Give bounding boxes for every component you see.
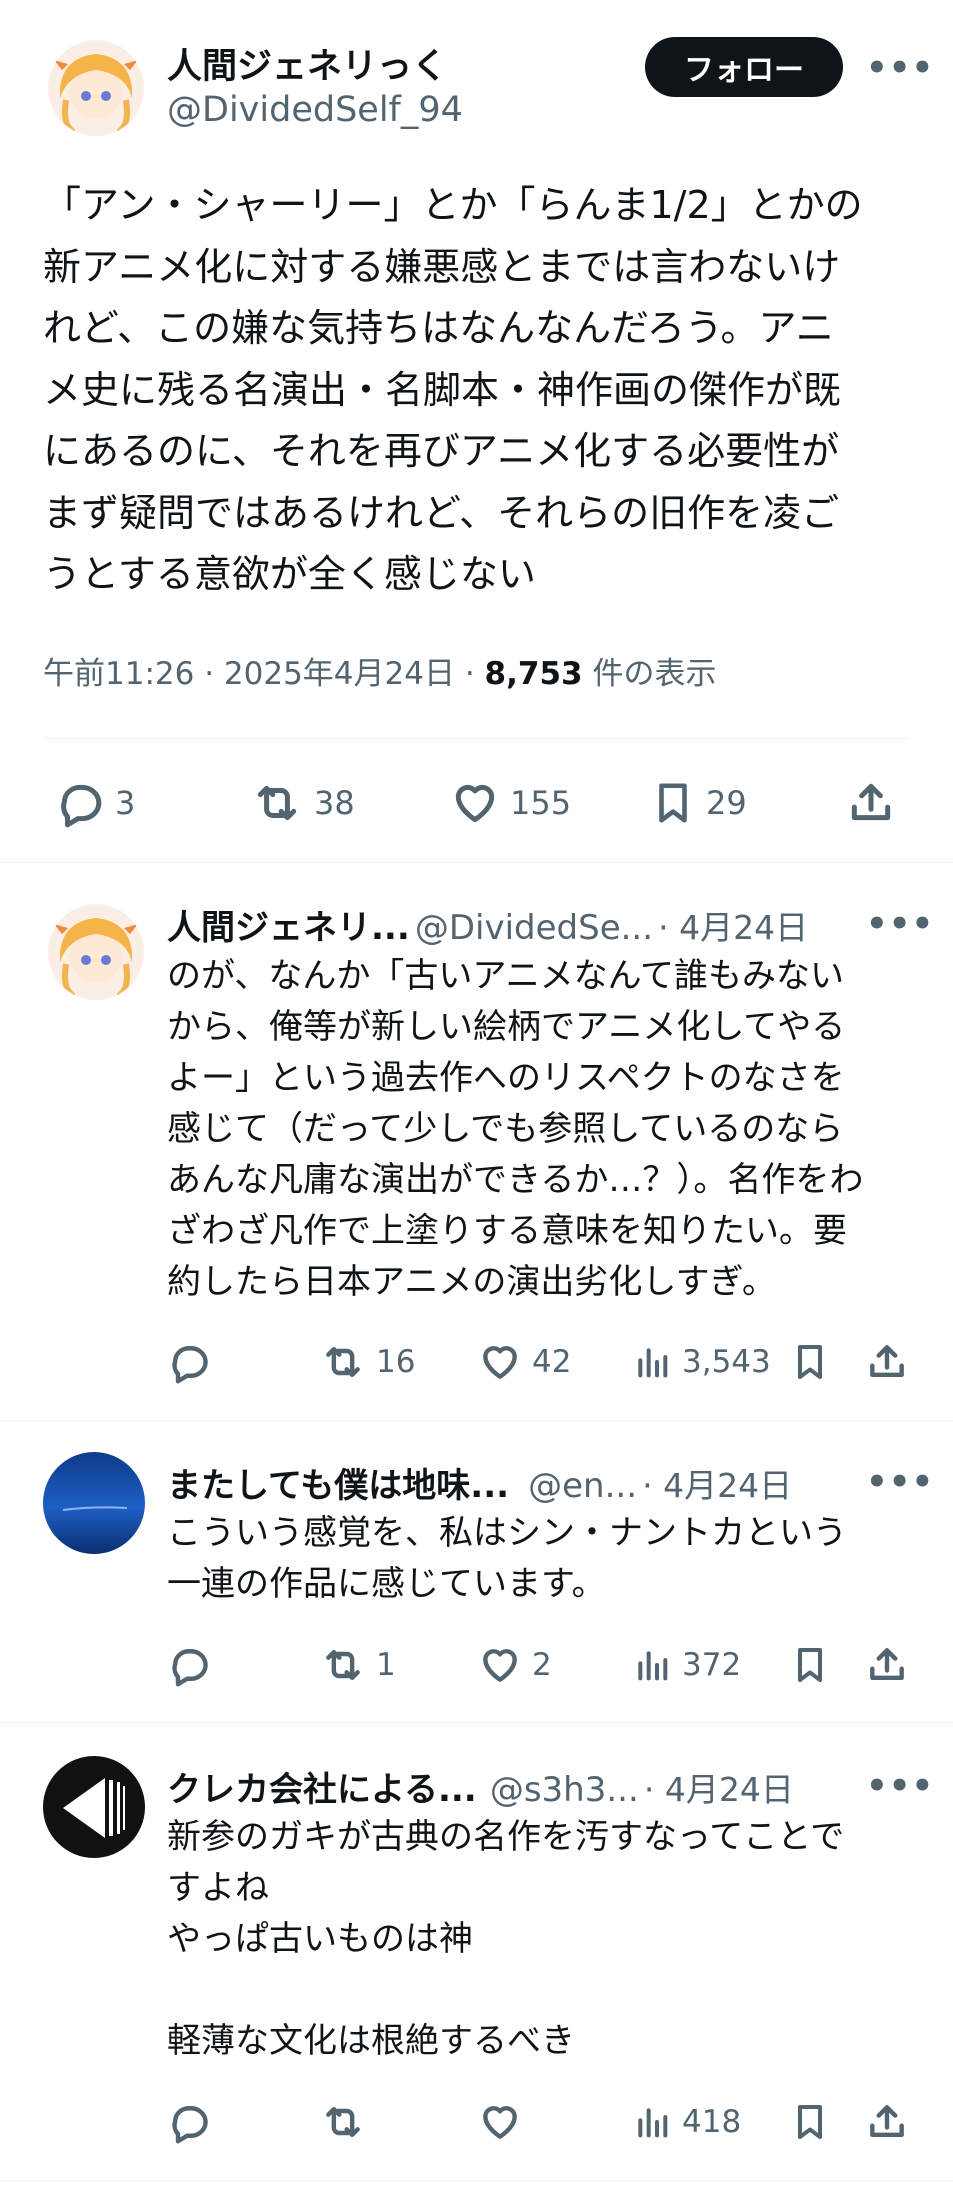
share-button[interactable] [865, 1340, 909, 1384]
views-count: 372 [682, 1647, 742, 1683]
more-icon[interactable]: ••• [866, 1462, 934, 1502]
share-button[interactable] [865, 2100, 909, 2144]
retweet-button[interactable] [320, 2100, 376, 2144]
avatar[interactable] [43, 1756, 145, 1858]
author-handle[interactable]: @en... [528, 1466, 637, 1506]
tweet-time[interactable]: 午前11:26 · 2025年4月24日 · [43, 656, 485, 692]
reply-icon [55, 778, 105, 828]
view-count: 8,753 [484, 656, 583, 692]
reply-text: のが、なんか「古いアニメなんて誰もみない から、俺等が新しい絵柄でアニメ化してや… [167, 956, 864, 1302]
author-handle[interactable]: @s3h3... [490, 1770, 639, 1810]
avatar[interactable] [48, 40, 144, 136]
reply-date[interactable]: · 4月24日 [644, 1770, 794, 1809]
reply-count: 3 [115, 784, 136, 822]
views-button[interactable]: 418 [632, 2100, 741, 2144]
author-name[interactable]: クレカ会社による... [167, 1770, 477, 1810]
like-button[interactable] [478, 2100, 532, 2144]
follow-button[interactable]: フォロー [645, 37, 843, 97]
more-icon[interactable]: ••• [866, 1766, 934, 1806]
author-name[interactable]: 人間ジェネリっく [167, 38, 447, 89]
retweet-button[interactable]: 38 [250, 778, 355, 828]
divider [0, 1722, 953, 1723]
like-button[interactable]: 42 [478, 1340, 571, 1384]
like-count: 42 [532, 1344, 572, 1380]
reply-header: またしても僕は地味... @en... · 4月24日 [167, 1458, 792, 1507]
reply-icon [167, 1643, 211, 1687]
views-button[interactable]: 3,543 [632, 1340, 771, 1384]
reply-button[interactable] [167, 2100, 221, 2144]
like-count: 2 [532, 1647, 552, 1683]
share-button[interactable] [865, 1643, 909, 1687]
bookmark-button[interactable] [790, 1340, 830, 1384]
retweet-icon [320, 2100, 366, 2144]
share-icon [846, 778, 896, 828]
like-button[interactable]: 2 [478, 1643, 552, 1687]
retweet-count: 16 [376, 1344, 416, 1380]
retweet-icon [320, 1643, 366, 1687]
share-icon [865, 1643, 909, 1687]
bookmark-icon [790, 2100, 830, 2144]
like-button[interactable]: 155 [450, 778, 571, 828]
bookmark-button[interactable] [790, 2100, 830, 2144]
bookmark-count: 29 [706, 784, 747, 822]
avatar[interactable] [43, 1452, 145, 1554]
tweet-meta: 午前11:26 · 2025年4月24日 · 8,753 件の表示 [43, 648, 716, 693]
avatar[interactable] [48, 904, 144, 1000]
reply-date[interactable]: · 4月24日 [658, 908, 808, 947]
bookmark-button[interactable] [790, 1643, 830, 1687]
bookmark-icon [790, 1340, 830, 1384]
bookmark-icon [790, 1643, 830, 1687]
like-count: 155 [510, 784, 572, 822]
tweet-text: 「アン・シャーリー」とか「らんま1/2」とかの 新アニメ化に対する嫌悪感とまでは… [43, 183, 863, 596]
divider [0, 2180, 953, 2181]
reply-text: こういう感覚を、私はシン・ナントカという 一連の作品に感じています。 [167, 1513, 847, 1604]
retweet-count: 38 [314, 784, 355, 822]
reply-icon [167, 2100, 211, 2144]
more-icon[interactable]: ••• [866, 904, 934, 944]
share-button[interactable] [846, 778, 896, 828]
divider [0, 862, 953, 863]
reply-button[interactable] [167, 1340, 221, 1384]
divider [43, 738, 910, 739]
like-icon [478, 1643, 522, 1687]
reply-button[interactable]: 3 [55, 778, 135, 828]
views-count: 418 [682, 2104, 742, 2140]
retweet-icon [320, 1340, 366, 1384]
reply-header: クレカ会社による... @s3h3... · 4月24日 [167, 1762, 794, 1811]
author-handle[interactable]: @DividedSelf_94 [167, 90, 463, 130]
reply-date[interactable]: · 4月24日 [642, 1466, 792, 1505]
views-icon [632, 1643, 672, 1687]
views-icon [632, 2100, 672, 2144]
bookmark-icon [650, 778, 696, 828]
author-handle[interactable]: @DividedSe... [415, 908, 653, 948]
bookmark-button[interactable]: 29 [650, 778, 747, 828]
divider [0, 1420, 953, 1421]
share-icon [865, 1340, 909, 1384]
views-icon [632, 1340, 672, 1384]
retweet-button[interactable]: 16 [320, 1340, 415, 1384]
reply-button[interactable] [167, 1643, 221, 1687]
retweet-count: 1 [376, 1647, 396, 1683]
reply-text: 新参のガキが古典の名作を汚すなってことで すよね やっぱ古いものは神 軽薄な文化… [167, 1817, 845, 2061]
reply-icon [167, 1340, 211, 1384]
share-icon [865, 2100, 909, 2144]
more-icon[interactable]: ••• [866, 48, 934, 88]
retweet-icon [250, 778, 304, 828]
reply-header: 人間ジェネリ... @DividedSe... · 4月24日 [167, 900, 808, 949]
like-icon [478, 1340, 522, 1384]
like-icon [450, 778, 500, 828]
views-button[interactable]: 372 [632, 1643, 741, 1687]
author-name[interactable]: 人間ジェネリ... [167, 908, 410, 948]
views-count: 3,543 [682, 1344, 771, 1380]
like-icon [478, 2100, 522, 2144]
view-label: 件の表示 [582, 656, 717, 692]
retweet-button[interactable]: 1 [320, 1643, 396, 1687]
author-name[interactable]: またしても僕は地味... [167, 1466, 509, 1506]
